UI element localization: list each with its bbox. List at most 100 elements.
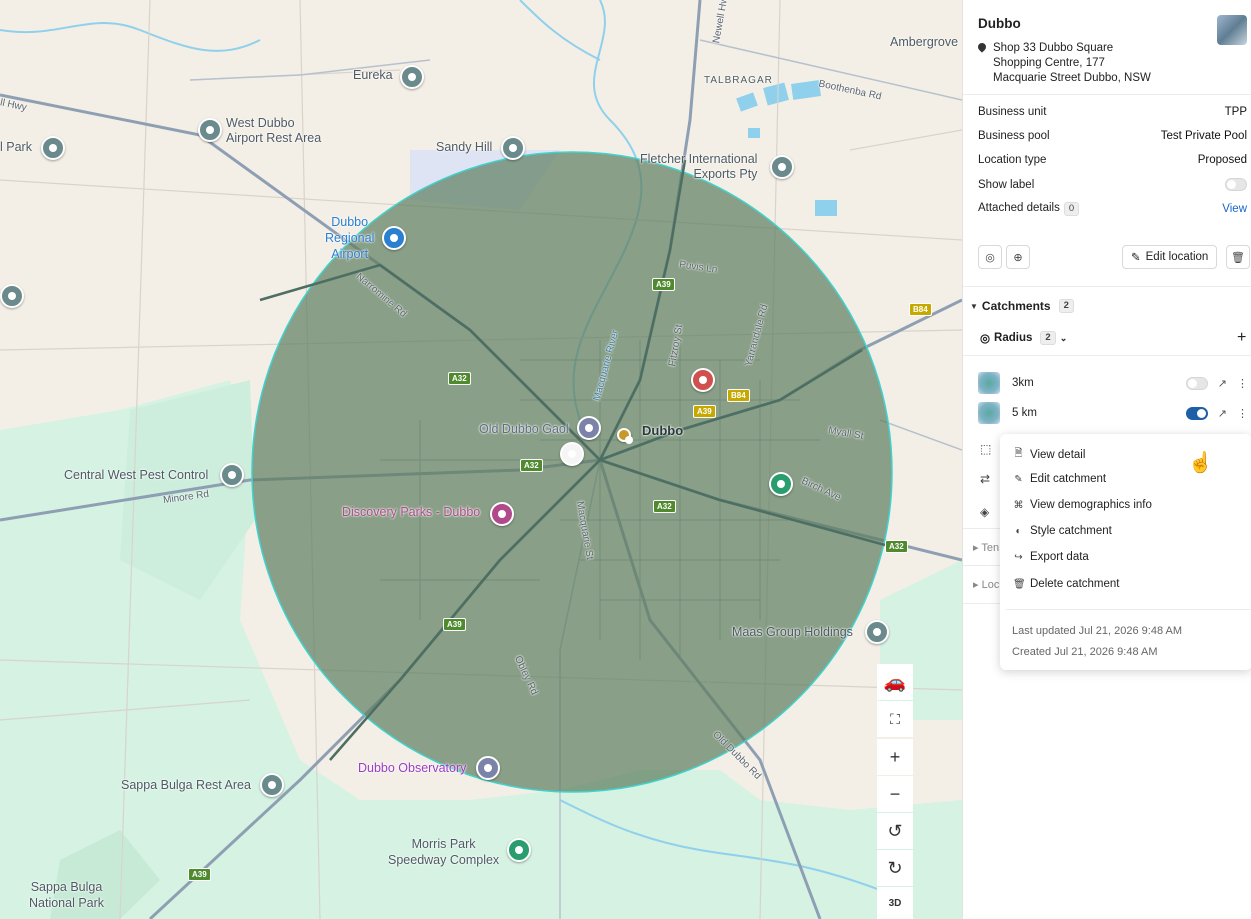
divider: [963, 528, 1003, 529]
trash-icon: 🗑: [1013, 578, 1026, 590]
catchment-add-icon[interactable]: ⊕: [1006, 245, 1030, 269]
show-label-toggle[interactable]: [1225, 178, 1247, 191]
road-shield: A32: [653, 500, 676, 513]
car-icon[interactable]: 🚗: [877, 664, 913, 700]
menu-item-export-data[interactable]: ↪ Export data: [1013, 551, 1089, 563]
created-text: Created Jul 21, 2026 9:48 AM: [1012, 646, 1158, 658]
catchments-count-badge: 2: [1058, 299, 1074, 313]
section-label: Loc: [981, 579, 1000, 591]
poi-pin-icon[interactable]: [260, 773, 284, 797]
label-sappa-bulga-np: Sappa Bulga National Park: [29, 880, 105, 910]
hospital-icon[interactable]: [691, 368, 715, 392]
label-central-west-pest: Central West Pest Control: [64, 468, 209, 482]
lodging-icon[interactable]: [490, 502, 514, 526]
collapsed-section[interactable]: ▸ Loc: [973, 578, 999, 591]
location-title: Dubbo: [978, 16, 1021, 31]
more-options-icon[interactable]: ⋮: [1237, 377, 1248, 390]
divider: [963, 94, 1251, 95]
catchment-row[interactable]: 3km ↗ ⋮: [978, 371, 1248, 395]
speedway-icon[interactable]: [507, 838, 531, 862]
prop-business-unit: Business unit TPP: [978, 106, 1247, 118]
rotate-left-icon[interactable]: ↺: [877, 813, 913, 849]
divider: [1006, 609, 1251, 610]
view-attached-link[interactable]: View: [1222, 203, 1247, 215]
location-pin-icon: [976, 41, 988, 53]
road-shield: B84: [909, 303, 932, 316]
catchment-context-menu: 🗎 View detail ✎ Edit catchment ⌘ View demog…: [1000, 434, 1251, 670]
divider: [963, 603, 1003, 604]
poi-pin-icon[interactable]: [865, 620, 889, 644]
radius-group-header[interactable]: ◎ Radius 2 ⌄: [980, 331, 1067, 345]
prop-label: Business unit: [978, 106, 1047, 118]
label-dubbo: Dubbo: [642, 423, 684, 438]
more-options-icon[interactable]: ⋮: [1237, 407, 1248, 420]
catchments-header[interactable]: ▼ Catchments 2: [970, 299, 1074, 313]
menu-item-view-demographics[interactable]: ⌘ View demographics info: [1013, 499, 1152, 511]
catchment-row[interactable]: 5 km ↗ ⋮: [978, 401, 1248, 425]
poi-pin-icon[interactable]: [501, 136, 525, 160]
divider: [963, 565, 1003, 566]
divider: [963, 355, 1251, 356]
prop-value: Test Private Pool: [1160, 130, 1247, 142]
poi-pin-icon[interactable]: [198, 118, 222, 142]
poi-pin-icon[interactable]: [770, 155, 794, 179]
rotate-right-icon[interactable]: ↻: [877, 850, 913, 886]
catchment-visibility-toggle[interactable]: [1185, 406, 1208, 420]
catchment-name: 5 km: [1012, 407, 1037, 419]
radius-icon: ◎: [980, 333, 991, 345]
zoom-in-button[interactable]: +: [877, 739, 913, 775]
poi-pin-icon[interactable]: [400, 65, 424, 89]
road-shield: B84: [727, 389, 750, 402]
poi-pin-icon[interactable]: [0, 284, 24, 308]
menu-item-label: View demographics info: [1030, 499, 1152, 511]
add-catchment-button[interactable]: +: [1237, 329, 1246, 347]
screenshot-icon[interactable]: ◎: [978, 245, 1002, 269]
section-label: Ten: [981, 542, 1000, 554]
menu-item-label: Edit catchment: [1030, 473, 1107, 485]
map-canvas[interactable]: Eureka West Dubbo Airport Rest Area Sand…: [0, 0, 962, 919]
park-icon[interactable]: [769, 472, 793, 496]
open-external-icon[interactable]: ↗: [1218, 407, 1227, 420]
poi-pin-icon[interactable]: [41, 136, 65, 160]
museum-icon[interactable]: [577, 416, 601, 440]
3d-toggle-button[interactable]: 3D: [877, 887, 913, 919]
route-icon[interactable]: ⇄: [980, 472, 990, 486]
pencil-icon: ✎: [1131, 252, 1141, 264]
open-external-icon[interactable]: ↗: [1218, 377, 1227, 390]
location-marker-icon[interactable]: [560, 442, 584, 466]
catchment-name: 3km: [1012, 377, 1034, 389]
road-shield: A32: [520, 459, 543, 472]
menu-item-style-catchment[interactable]: ◐ Style catchment: [1013, 525, 1111, 537]
fullscreen-icon[interactable]: ⛶: [877, 701, 913, 737]
menu-item-edit-catchment[interactable]: ✎ Edit catchment: [1013, 473, 1106, 485]
address-line: Shopping Centre, 177: [993, 57, 1105, 69]
label-west-dubbo-airport: West Dubbo Airport Rest Area: [226, 116, 322, 145]
prop-value: TPP: [1224, 106, 1247, 118]
address-line: Shop 33 Dubbo Square: [993, 42, 1114, 54]
observatory-icon[interactable]: [476, 756, 500, 780]
prop-location-type: Location type Proposed: [978, 154, 1247, 166]
edit-location-button[interactable]: ✎ Edit location: [1122, 245, 1218, 269]
menu-item-delete-catchment[interactable]: 🗑 Delete catchment: [1013, 578, 1120, 590]
scan-icon: ⌘: [1013, 499, 1024, 511]
chevron-down-icon: ⌄: [1059, 332, 1068, 343]
polygon-icon[interactable]: ⬚: [980, 442, 991, 456]
label-sandy-hill: Sandy Hill: [436, 140, 493, 154]
road-shield: A39: [693, 405, 716, 418]
airport-icon[interactable]: [382, 226, 406, 250]
zoom-out-button[interactable]: −: [877, 776, 913, 812]
pencil-icon: ✎: [1014, 473, 1023, 485]
transit-icon[interactable]: [617, 428, 633, 444]
prop-attached-details: Attached details 0 View: [978, 202, 1247, 216]
poi-pin-icon[interactable]: [220, 463, 244, 487]
road-shield: A39: [443, 618, 466, 631]
collapsed-section[interactable]: ▸ Ten: [973, 541, 999, 554]
label-park-left: l Park: [0, 140, 32, 154]
location-thumbnail[interactable]: [1217, 15, 1247, 45]
layers-icon[interactable]: ◈: [980, 505, 989, 519]
delete-location-icon[interactable]: 🗑: [1226, 245, 1250, 269]
menu-item-view-detail[interactable]: 🗎 View detail: [1013, 446, 1085, 463]
catchment-visibility-toggle[interactable]: [1185, 376, 1208, 390]
radius-label: Radius: [994, 332, 1033, 344]
label-talbragar: TALBRAGAR: [704, 75, 773, 86]
